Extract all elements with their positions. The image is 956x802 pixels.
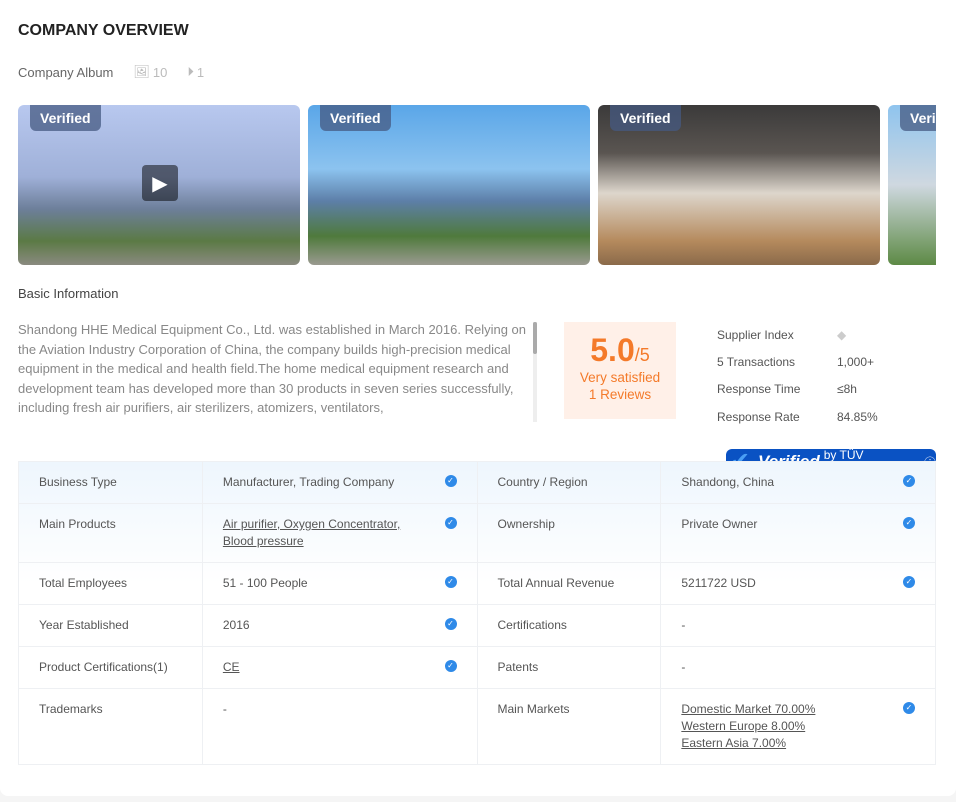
diamond-icon: ◆ bbox=[837, 327, 847, 342]
reviews-link[interactable]: 1 Reviews bbox=[564, 386, 676, 403]
field-label: Main Products bbox=[18, 503, 203, 563]
rating-max: /5 bbox=[634, 345, 650, 365]
play-icon[interactable]: ▶ bbox=[142, 165, 178, 201]
description-scrollbar[interactable] bbox=[533, 322, 537, 422]
rating-score: 5.0 bbox=[590, 332, 635, 368]
field-value: - bbox=[201, 688, 478, 765]
stat-value: 1,000+ bbox=[837, 354, 875, 369]
rating-box: 5.0/5 Very satisfied 1 Reviews bbox=[564, 322, 676, 419]
album-photo[interactable]: Verified ▶ bbox=[18, 105, 300, 265]
supplier-stats: Supplier Index ◆ 5 Transactions 1,000+ Res… bbox=[717, 321, 878, 430]
table-row: Product Certifications(1) CE ✓ Patents - bbox=[18, 646, 936, 689]
value-text: 2016 bbox=[222, 618, 250, 632]
stat-value: ≤8h bbox=[837, 382, 857, 397]
value-text: Private Owner bbox=[681, 517, 758, 531]
value-text: - bbox=[681, 660, 686, 674]
field-value: Manufacturer, Trading Company ✓ bbox=[201, 461, 478, 504]
verified-check-icon: ✓ bbox=[903, 475, 915, 487]
verified-check-icon: ✓ bbox=[444, 517, 457, 529]
field-value: Domestic Market 70.00% Western Europe 8.0… bbox=[660, 688, 936, 765]
field-value: Private Owner ✓ bbox=[660, 503, 936, 563]
verified-check-icon: ✓ bbox=[903, 702, 915, 714]
field-value: - bbox=[660, 646, 936, 689]
rating-label: Very satisfied bbox=[579, 370, 661, 385]
field-label: Main Markets bbox=[476, 688, 662, 765]
stat-label: Response Time bbox=[717, 382, 801, 397]
table-row: Main Products Air purifier, Oxygen Concen… bbox=[18, 503, 936, 563]
field-label: Ownership bbox=[476, 503, 662, 563]
value-link[interactable]: Blood pressure bbox=[223, 533, 457, 550]
verified-check-icon: ✓ bbox=[444, 475, 457, 487]
value-text: 51 - 100 People bbox=[222, 576, 308, 590]
video-count[interactable]: ⏵ 1 bbox=[187, 64, 204, 80]
stat-label: Supplier Index bbox=[717, 327, 794, 342]
album-photo[interactable]: Verified bbox=[598, 105, 880, 265]
field-value: 51 - 100 People ✓ bbox=[201, 562, 478, 605]
field-label: Trademarks bbox=[18, 688, 203, 765]
album-label: Company Album bbox=[18, 64, 114, 80]
value-link[interactable]: Western Europe 8.00% bbox=[681, 718, 915, 735]
value-text: Manufacturer, Trading Company bbox=[222, 475, 395, 489]
value-link[interactable]: Domestic Market 70.00% bbox=[681, 701, 915, 718]
table-row: Year Established 2016 ✓ Certifications - bbox=[18, 604, 936, 647]
field-value: 5211722 USD ✓ bbox=[660, 562, 936, 605]
company-description: Shandong HHE Medical Equipment Co., Ltd.… bbox=[18, 322, 527, 415]
value-text: 5211722 USD bbox=[681, 576, 756, 590]
company-album-header: Company Album 🖼 10 ⏵ 1 bbox=[18, 64, 204, 80]
field-value: Shandong, China ✓ bbox=[660, 461, 936, 504]
table-row: Total Employees 51 - 100 People ✓ Total Ann… bbox=[18, 562, 936, 605]
verified-check-icon: ✓ bbox=[444, 660, 457, 672]
value-text: - bbox=[681, 618, 686, 632]
field-value: Air purifier, Oxygen Concentrator, Blood … bbox=[201, 503, 478, 563]
verified-badge: Verified bbox=[900, 105, 936, 131]
field-label: Year Established bbox=[18, 604, 203, 647]
basic-information-heading: Basic Information bbox=[18, 286, 119, 301]
table-row: Business Type Manufacturer, Trading Compa… bbox=[18, 461, 936, 504]
verified-badge: Verified bbox=[610, 105, 681, 131]
value-text: Shandong, China bbox=[681, 475, 775, 489]
field-label: Total Employees bbox=[18, 562, 203, 605]
value-link[interactable]: CE bbox=[223, 659, 457, 676]
stat-label: Response Rate bbox=[717, 409, 800, 424]
table-row: Trademarks - Main Markets Domestic Market 7… bbox=[18, 688, 936, 765]
image-count[interactable]: 🖼 10 bbox=[133, 64, 167, 80]
album-photo[interactable]: Verified bbox=[888, 105, 936, 265]
page-title: COMPANY OVERVIEW bbox=[18, 22, 189, 39]
field-label: Total Annual Revenue bbox=[476, 562, 662, 605]
field-label: Patents bbox=[476, 646, 662, 689]
stat-value: 84.85% bbox=[837, 409, 878, 424]
field-value: - bbox=[660, 604, 936, 647]
photo-carousel: Verified ▶ Verified Verified Verified bbox=[18, 105, 936, 265]
verified-check-icon: ✓ bbox=[444, 618, 457, 630]
verified-badge: Verified bbox=[30, 105, 101, 131]
field-label: Business Type bbox=[18, 461, 203, 504]
company-info-table: Business Type Manufacturer, Trading Compa… bbox=[18, 461, 936, 765]
value-link[interactable]: Air purifier, Oxygen Concentrator, bbox=[223, 516, 457, 533]
verified-check-icon: ✓ bbox=[903, 576, 915, 588]
field-label: Product Certifications(1) bbox=[18, 646, 203, 689]
album-photo[interactable]: Verified bbox=[308, 105, 590, 265]
verified-badge: Verified bbox=[320, 105, 391, 131]
value-link[interactable]: Eastern Asia 7.00% bbox=[681, 735, 915, 752]
verified-check-icon: ✓ bbox=[444, 576, 457, 588]
image-icon: 🖼 bbox=[133, 64, 150, 79]
play-circle-icon: ⏵ bbox=[187, 64, 194, 79]
company-overview-card: COMPANY OVERVIEW Company Album 🖼 10 ⏵ 1 Ve… bbox=[0, 0, 956, 796]
stat-label: 5 Transactions bbox=[717, 354, 796, 369]
verified-check-icon: ✓ bbox=[903, 517, 915, 529]
field-label: Certifications bbox=[476, 604, 662, 647]
field-label: Country / Region bbox=[476, 461, 662, 504]
field-value: CE ✓ bbox=[201, 646, 478, 689]
value-text: - bbox=[222, 702, 227, 716]
field-value: 2016 ✓ bbox=[201, 604, 478, 647]
